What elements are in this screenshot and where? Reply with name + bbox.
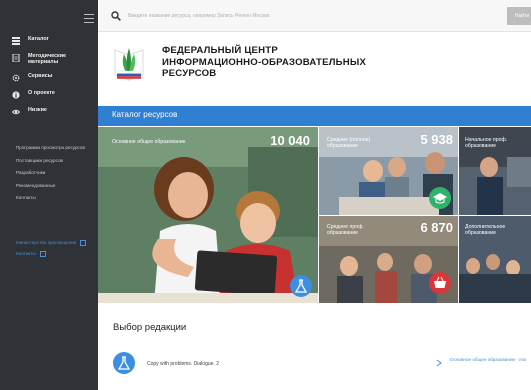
catalog-tile-secondary-education[interactable]: Среднее (полное) образование 5 938 [319,127,458,215]
chevron-right-icon[interactable] [436,359,442,367]
sidebar-external-link[interactable]: Контакты [16,251,96,257]
sidebar-link[interactable]: Рекомендованные [16,183,96,189]
sidebar-item-low-vision[interactable]: Низкие [12,107,94,116]
search-input[interactable] [128,9,503,23]
search-button[interactable]: Найти [507,7,531,25]
editors-choice-avatar [113,352,135,374]
sidebar: Каталог Методические материалы Сервисы О… [0,0,98,390]
catalog-icon [12,37,20,45]
section-title: Каталог ресурсов [112,110,178,119]
menu-icon[interactable] [84,14,94,23]
tile-label: Дополнительное образование [465,224,506,236]
flask-icon [294,279,308,293]
catalog-tile-additional-education[interactable]: Дополнительное образование [459,216,531,303]
sidebar-item-services[interactable]: Сервисы [12,73,94,82]
editors-choice-title: Выбор редакции [113,322,187,333]
tile-fab[interactable] [290,275,312,297]
site-logo[interactable] [110,42,148,84]
catalog-tile-secondary-vocational[interactable]: Среднее проф. образование 6 870 [319,216,458,303]
sidebar-bottom-links: Министерство просвещения Контакты [16,240,96,262]
tile-count: 10 040 [270,133,310,148]
sidebar-item-about[interactable]: О проекте [12,90,94,99]
sidebar-item-label: Низкие [28,107,47,113]
documents-icon [12,54,20,62]
sidebar-link[interactable]: Поставщики ресурсов [16,158,96,164]
top-search-bar: Найти [98,0,531,32]
site-title-line: РЕСУРСОВ [162,68,217,80]
tile-label: Среднее проф. образование [327,224,364,236]
site-title-line: ИНФОРМАЦИОННО-ОБРАЗОВАТЕЛЬНЫХ [162,56,367,68]
tile-fab[interactable] [429,272,451,294]
tile-count: 5 938 [420,132,453,147]
basket-icon [434,276,446,288]
eye-icon [12,109,20,115]
sidebar-links: Программа просмотра ресурсов Поставщики … [16,145,96,208]
catalog-tile-basic-education[interactable]: Основное общее образование 10 040 [98,127,318,303]
external-link-icon [80,240,87,246]
editors-choice-link[interactable]: Основное общее образование · изо [450,357,530,363]
flask-icon [117,356,131,370]
sidebar-item-materials[interactable]: Методические материалы [12,53,94,65]
sidebar-item-label: Методические материалы [28,53,67,65]
catalog-tile-initial-vocational[interactable]: Начальное проф. образование [459,127,531,215]
search-icon[interactable] [111,11,121,21]
sidebar-item-label: Каталог [28,36,49,42]
sidebar-item-catalog[interactable]: Каталог [12,36,94,45]
sidebar-external-link-label: Министерство просвещения [16,240,77,245]
tile-fab[interactable] [429,187,451,209]
sidebar-link[interactable]: Контакты [16,195,96,201]
tile-label: Основное общее образование [112,139,186,145]
sidebar-link[interactable]: Разработчики [16,170,96,176]
site-title[interactable]: ФЕДЕРАЛЬНЫЙ ЦЕНТР ИНФОРМАЦИОННО-ОБРАЗОВА… [162,45,482,80]
sidebar-nav: Каталог Методические материалы Сервисы О… [12,36,94,124]
sidebar-external-link-label: Контакты [16,251,36,256]
sidebar-link[interactable]: Программа просмотра ресурсов [16,145,96,151]
site-title-line: ФЕДЕРАЛЬНЫЙ ЦЕНТР [162,45,278,56]
info-icon [12,91,20,99]
editors-choice-item[interactable]: Copy with problems. Dialogue. 2 [147,361,219,367]
tile-count: 6 870 [420,220,453,235]
sidebar-item-label: О проекте [28,90,55,96]
gear-icon [12,74,20,82]
sidebar-external-link[interactable]: Министерство просвещения [16,240,96,246]
tile-label: Среднее (полное) образование [327,137,371,149]
catalog-section-bar: Каталог ресурсов [98,106,531,126]
tile-label: Начальное проф. образование [465,137,508,149]
tile-photo-teacher-student [98,127,318,303]
external-link-icon [39,251,46,257]
graduation-cap-icon [433,193,447,204]
sidebar-item-label: Сервисы [28,73,53,79]
